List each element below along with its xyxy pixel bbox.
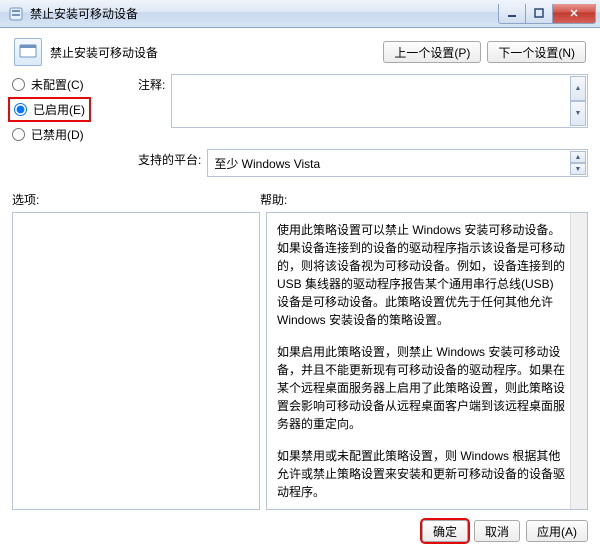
comment-input[interactable]: ▲ ▼	[171, 74, 588, 128]
radio-not-configured[interactable]: 未配置(C)	[12, 76, 132, 93]
radio-not-configured-label: 未配置(C)	[31, 76, 84, 93]
radio-disabled-label: 已禁用(D)	[31, 126, 84, 143]
window-controls	[499, 4, 596, 24]
platform-value: 至少 Windows Vista	[214, 155, 320, 172]
options-label: 选项:	[12, 191, 260, 208]
options-pane	[12, 212, 260, 510]
policy-name: 禁止安装可移动设备	[50, 44, 158, 61]
radio-enabled-input[interactable]	[14, 103, 27, 116]
policy-icon	[14, 38, 42, 66]
help-pane: 使用此策略设置可以禁止 Windows 安装可移动设备。如果设备连接到的设备的驱…	[266, 212, 588, 510]
radio-not-configured-input[interactable]	[12, 78, 25, 91]
comment-label: 注释:	[138, 74, 165, 93]
close-button[interactable]	[552, 4, 596, 24]
header: 禁止安装可移动设备 上一个设置(P) 下一个设置(N)	[12, 34, 588, 74]
next-setting-button[interactable]: 下一个设置(N)	[487, 41, 586, 63]
radio-enabled-label: 已启用(E)	[33, 101, 85, 118]
platform-label: 支持的平台:	[138, 149, 201, 168]
comment-spin-up[interactable]: ▲	[570, 76, 586, 101]
radio-disabled-input[interactable]	[12, 128, 25, 141]
prev-setting-button[interactable]: 上一个设置(P)	[383, 41, 481, 63]
platform-spinner: ▲ ▼	[570, 151, 586, 175]
minimize-button[interactable]	[498, 4, 526, 24]
cancel-button[interactable]: 取消	[474, 520, 520, 542]
footer: 确定 取消 应用(A)	[12, 510, 588, 542]
titlebar: 禁止安装可移动设备	[0, 0, 600, 28]
platform-field: 至少 Windows Vista ▲ ▼	[207, 149, 588, 177]
window-title: 禁止安装可移动设备	[30, 5, 138, 22]
comment-spin-down[interactable]: ▼	[570, 101, 586, 126]
platform-spin-down[interactable]: ▼	[570, 163, 586, 175]
platform-spin-up[interactable]: ▲	[570, 151, 586, 163]
policy-window-icon	[8, 6, 24, 22]
ok-button[interactable]: 确定	[422, 520, 468, 542]
radio-enabled[interactable]: 已启用(E)	[8, 97, 91, 122]
comment-spinner: ▲ ▼	[570, 76, 586, 126]
help-scrollbar[interactable]	[570, 213, 587, 509]
help-paragraph-1: 使用此策略设置可以禁止 Windows 安装可移动设备。如果设备连接到的设备的驱…	[277, 221, 565, 329]
help-paragraph-3: 如果禁用或未配置此策略设置，则 Windows 根据其他允许或禁止策略设置来安装…	[277, 447, 565, 501]
radio-disabled[interactable]: 已禁用(D)	[12, 126, 132, 143]
state-radio-group: 未配置(C) 已启用(E) 已禁用(D)	[12, 74, 132, 143]
help-paragraph-2: 如果启用此策略设置，则禁止 Windows 安装可移动设备，并且不能更新现有可移…	[277, 343, 565, 433]
apply-button[interactable]: 应用(A)	[526, 520, 588, 542]
maximize-button[interactable]	[525, 4, 553, 24]
help-label: 帮助:	[260, 191, 287, 208]
